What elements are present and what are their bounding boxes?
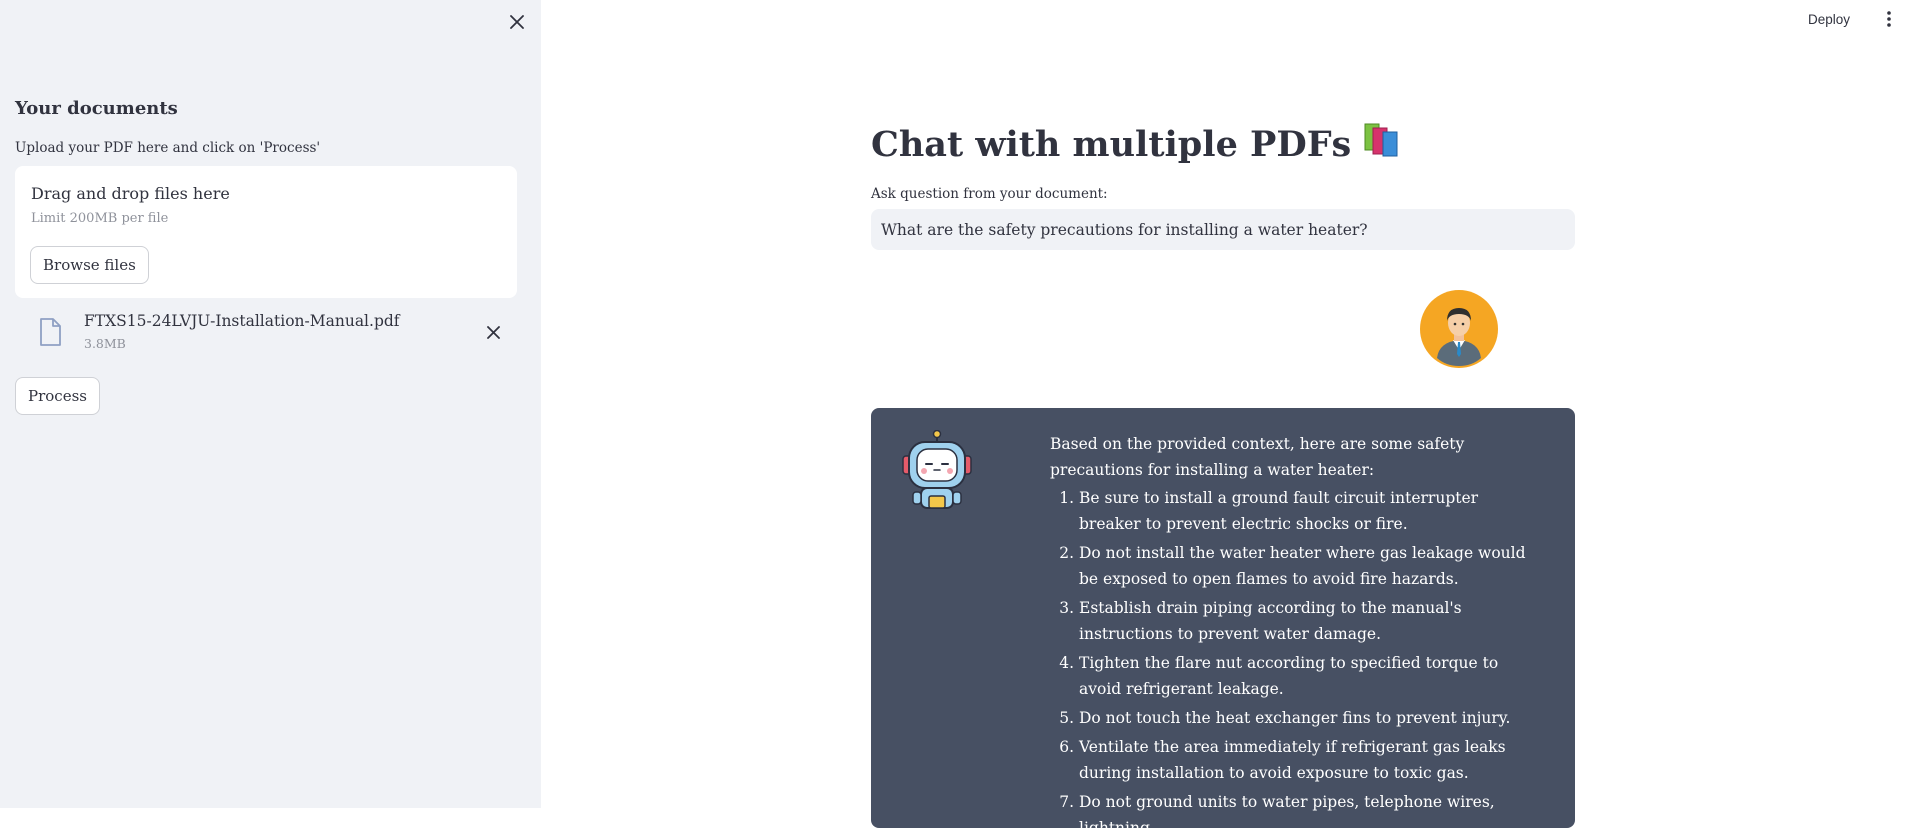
question-input[interactable]: [871, 209, 1575, 250]
file-icon: [39, 318, 61, 346]
assistant-message: Based on the provided context, here are …: [871, 408, 1575, 828]
answer-item: Do not touch the heat exchanger fins to …: [1079, 705, 1530, 731]
answer-item: Do not install the water heater where ga…: [1079, 540, 1530, 592]
answer-item: Do not ground units to water pipes, tele…: [1079, 789, 1530, 828]
answer-item: Ventilate the area immediately if refrig…: [1079, 734, 1530, 786]
browse-files-button[interactable]: Browse files: [30, 246, 149, 284]
kebab-menu-icon[interactable]: [1880, 8, 1898, 30]
dropzone-title: Drag and drop files here: [31, 184, 230, 203]
remove-file-icon[interactable]: [482, 321, 504, 343]
answer-item: Tighten the flare nut according to speci…: [1079, 650, 1530, 702]
question-label: Ask question from your document:: [871, 186, 1108, 202]
deploy-button[interactable]: Deploy: [1808, 8, 1850, 30]
file-dropzone[interactable]: Drag and drop files here Limit 200MB per…: [15, 166, 517, 298]
page-title-text: Chat with multiple PDFs: [871, 124, 1352, 165]
file-name: FTXS15-24LVJU-Installation-Manual.pdf: [84, 312, 400, 330]
businessman-avatar-icon: [1420, 290, 1498, 368]
robot-avatar-icon: [899, 429, 975, 516]
answer-list: Be sure to install a ground fault circui…: [1050, 485, 1530, 828]
sidebar: Your documents Upload your PDF here and …: [0, 0, 541, 808]
file-size: 3.8MB: [84, 336, 126, 351]
process-button[interactable]: Process: [15, 377, 100, 415]
sidebar-title: Your documents: [15, 98, 178, 119]
close-icon[interactable]: [505, 10, 529, 34]
assistant-answer: Based on the provided context, here are …: [1050, 431, 1530, 828]
page-title: Chat with multiple PDFs: [871, 122, 1403, 167]
answer-intro: Based on the provided context, here are …: [1050, 435, 1465, 479]
books-icon: [1363, 122, 1403, 167]
dropzone-limit: Limit 200MB per file: [31, 211, 169, 226]
uploaded-file-row: FTXS15-24LVJU-Installation-Manual.pdf 3.…: [15, 304, 517, 360]
answer-item: Be sure to install a ground fault circui…: [1079, 485, 1530, 537]
sidebar-subtitle: Upload your PDF here and click on 'Proce…: [15, 140, 321, 156]
answer-item: Establish drain piping according to the …: [1079, 595, 1530, 647]
